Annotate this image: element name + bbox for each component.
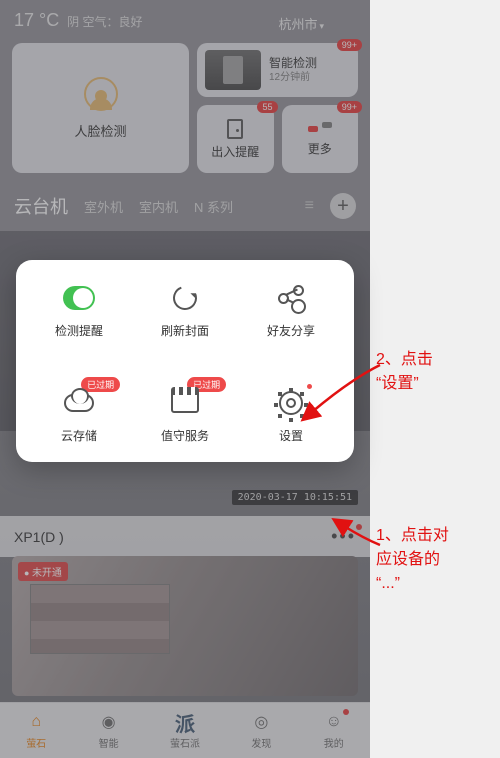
nav-me[interactable]: ☺ 我的 [323,711,345,750]
status-badge: ● 未开通 [18,562,68,581]
badge-count: 99+ [337,39,362,51]
gear-icon [279,391,303,415]
smart-icon: ◉ [98,711,120,733]
nav-discover[interactable]: ◎ 发现 [250,711,272,750]
tab-nseries[interactable]: N 系列 [194,197,233,216]
face-detect-label: 人脸检测 [74,121,126,140]
nav-center[interactable]: 派 萤石派 [170,711,200,750]
cloud-icon [64,394,94,412]
popup-settings[interactable]: 设置 [238,387,344,444]
annotation-2: 2、点击“设置” [376,348,433,396]
face-detect-card[interactable]: 人脸检测 [12,43,189,173]
me-icon: ☺ [323,711,345,733]
center-icon: 派 [174,711,196,733]
tab-ptz[interactable]: 云台机 [14,193,68,219]
annotation-1: 1、点击对应设备的“...” [376,524,449,596]
popup-guard-service[interactable]: 已过期 值守服务 [132,387,238,444]
store-icon [171,393,199,413]
chevron-down-icon: ▾ [319,21,324,31]
device-name: XP1(D ) [14,529,64,545]
refresh-icon [169,282,201,314]
device-row: XP1(D ) ••• [0,516,370,557]
add-button[interactable]: + [330,193,356,219]
inout-card[interactable]: 出入提醒 55 [197,105,274,173]
popup-cloud-storage[interactable]: 已过期 云存储 [26,387,132,444]
city-selector[interactable]: 杭州市▾ [278,14,324,33]
door-icon [227,119,243,139]
popup-detect-toggle[interactable]: 检测提醒 [26,282,132,339]
bottom-nav: ⌂ 萤石 ◉ 智能 派 萤石派 ◎ 发现 ☺ 我的 [0,702,370,758]
thumbnail-icon [205,50,261,90]
home-icon: ⌂ [25,711,47,733]
popup-share[interactable]: 好友分享 [238,282,344,339]
smart-detect-card[interactable]: 智能检测 12分钟前 99+ [197,43,358,97]
feature-cards: 人脸检测 智能检测 12分钟前 99+ 出入提醒 55 更多 [0,35,370,181]
toggle-icon [63,286,95,310]
device-more-button[interactable]: ••• [331,526,356,547]
popup-refresh[interactable]: 刷新封面 [132,282,238,339]
app-screen: 17 °C 阴 空气：良好 杭州市▾ 人脸检测 智能检测 12分钟前 99+ [0,0,370,758]
weather-text: 阴 空气：良好 [67,15,142,29]
smart-detect-time: 12分钟前 [269,71,317,84]
hamburger-icon[interactable]: ≡ [305,197,314,215]
action-sheet: 检测提醒 刷新封面 好友分享 已过期 云存储 已过期 值守服务 [16,260,354,462]
share-icon [278,287,304,309]
more-icon [308,122,332,136]
tab-outdoor[interactable]: 室外机 [84,197,123,216]
category-tabs: 云台机 室外机 室内机 N 系列 ≡ + [0,181,370,231]
timestamp-overlay: 2020-03-17 10:15:51 [232,490,358,505]
nav-smart[interactable]: ◉ 智能 [98,711,120,750]
camera-preview[interactable]: ● 未开通 [12,556,358,696]
tab-indoor[interactable]: 室内机 [139,197,178,216]
more-card[interactable]: 更多 99+ [282,105,359,173]
weather-header: 17 °C 阴 空气：良好 杭州市▾ [0,0,370,35]
face-icon [84,77,118,111]
discover-icon: ◎ [250,711,272,733]
nav-home[interactable]: ⌂ 萤石 [25,711,47,750]
temperature: 17 °C [14,10,59,30]
notification-dot [307,384,312,389]
smart-detect-title: 智能检测 [269,56,317,72]
